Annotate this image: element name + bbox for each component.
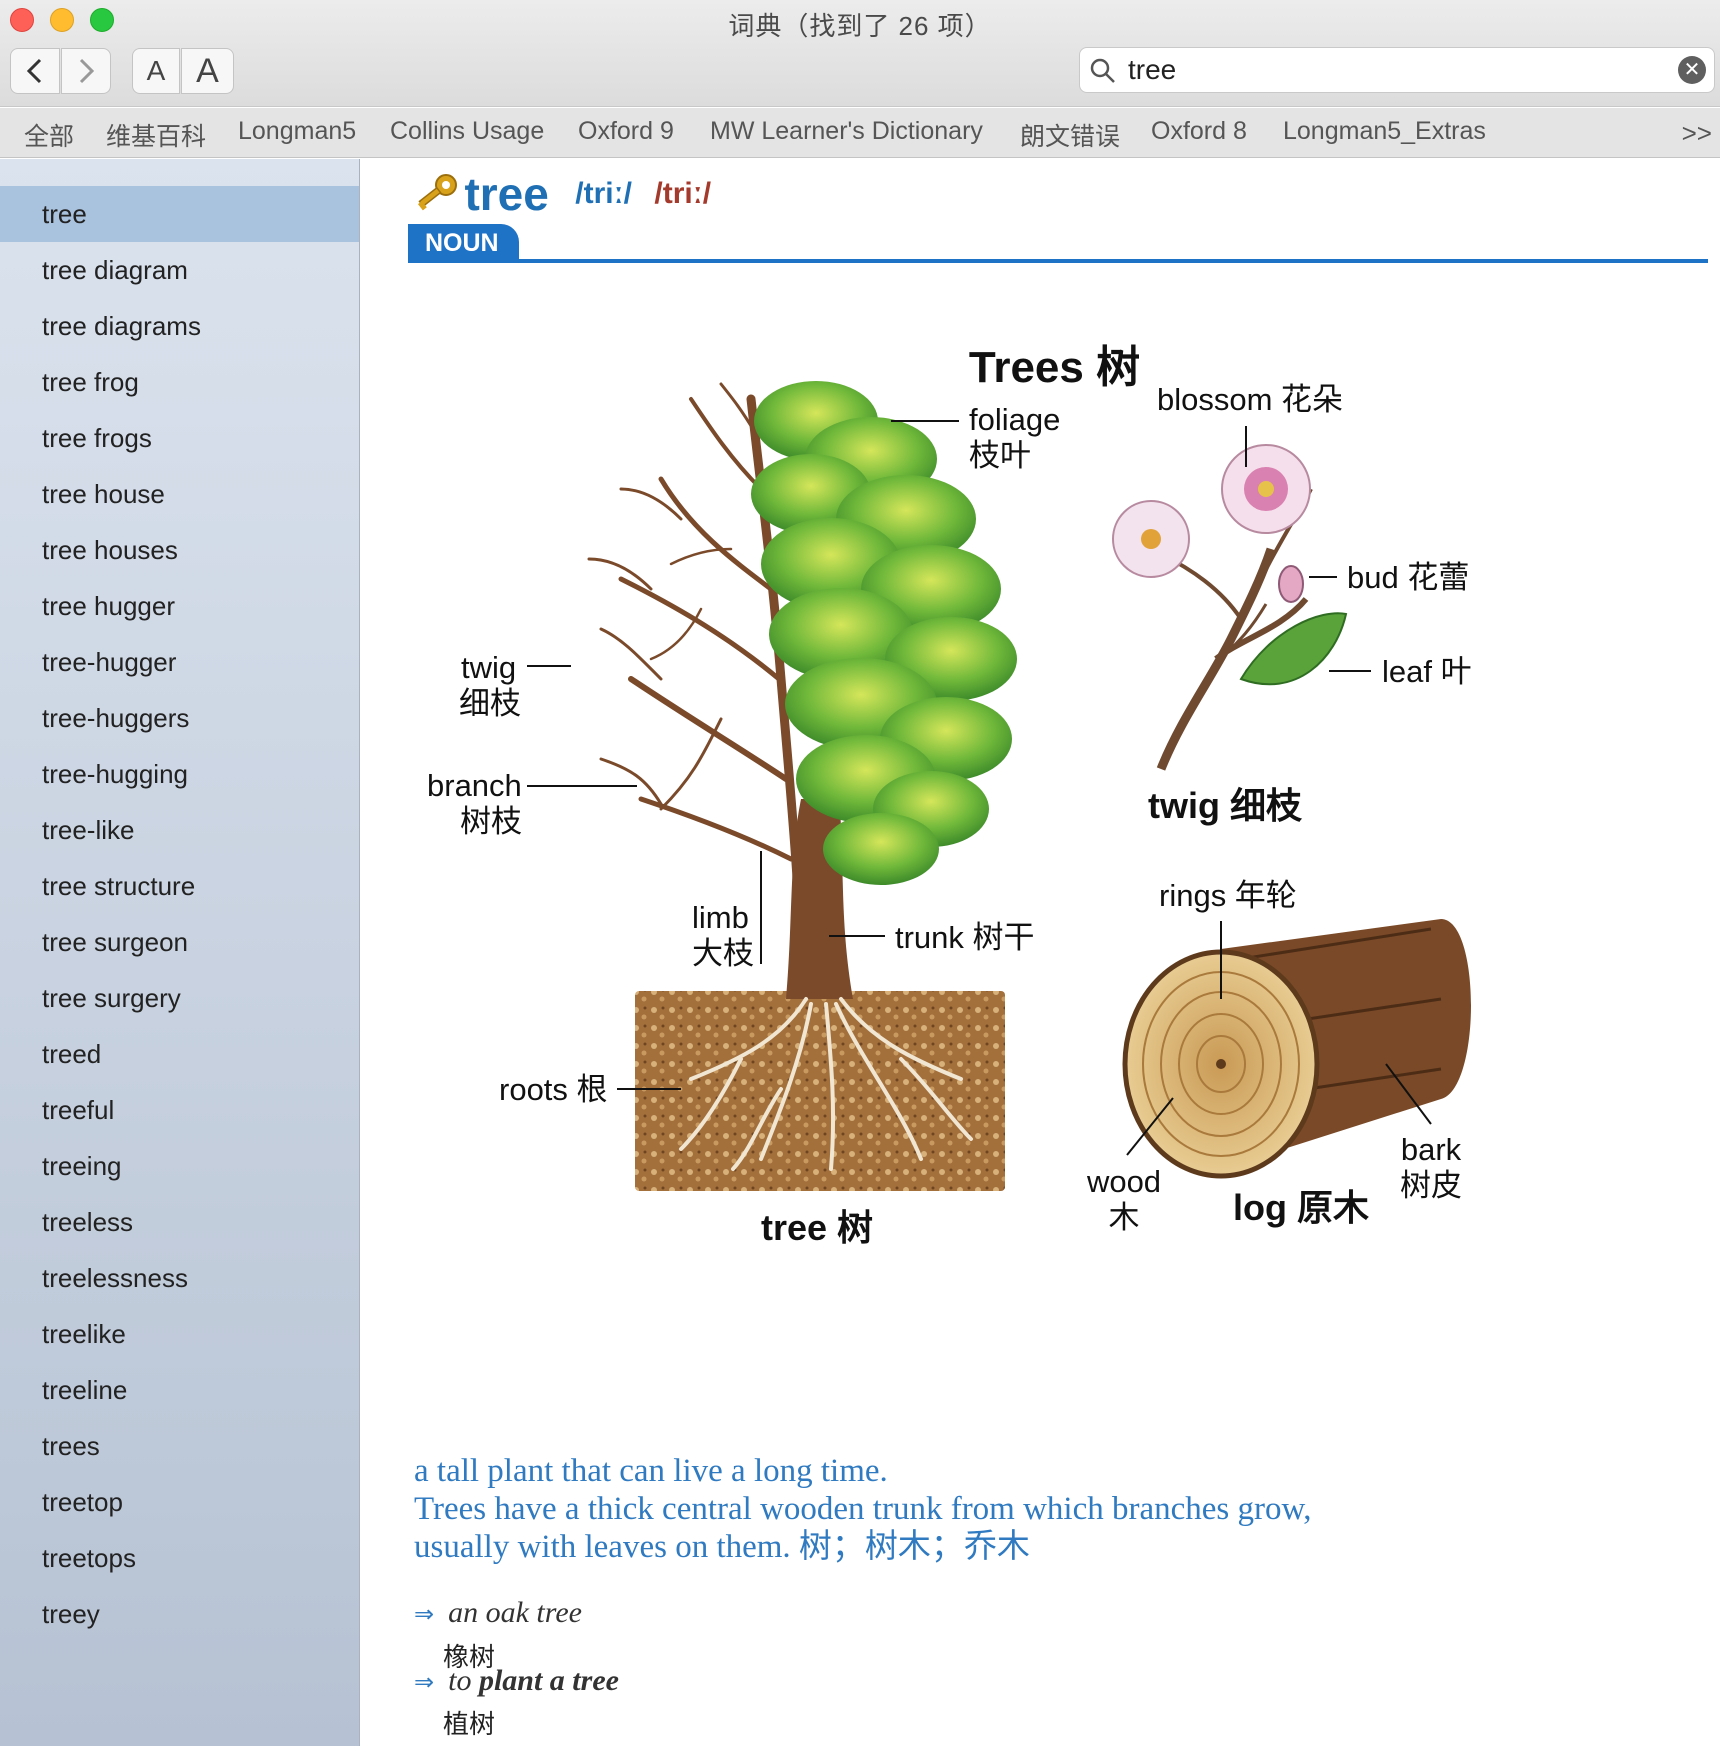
more-tabs-button[interactable]: >>: [1682, 118, 1712, 149]
tab-longman-errors[interactable]: 朗文错误: [1020, 117, 1120, 153]
example-collocation: plant a tree: [478, 1664, 619, 1697]
label-foliage-cn: 枝叶: [969, 438, 1031, 473]
definition-line: a tall plant that can live a long time.: [414, 1453, 888, 1489]
label-branch-cn: 树枝: [460, 804, 522, 839]
word-list-item[interactable]: treeless: [0, 1194, 359, 1250]
word-list-item[interactable]: treey: [0, 1586, 359, 1642]
title-bar: 词典（找到了 26 项） A A ✕: [0, 0, 1720, 107]
window-title: 词典（找到了 26 项）: [728, 11, 992, 41]
increase-font-button[interactable]: A: [181, 48, 234, 94]
word-list-item[interactable]: tree surgery: [0, 970, 359, 1026]
word-list-item[interactable]: tree: [0, 186, 359, 242]
word-list-item[interactable]: treeing: [0, 1138, 359, 1194]
caption-twig: twig 细枝: [1148, 785, 1302, 826]
chevron-right-icon: [79, 58, 95, 84]
example-prefix: to: [448, 1664, 479, 1697]
label-blossom: blossom 花朵: [1157, 382, 1344, 417]
label-bark-cn: 树皮: [1400, 1168, 1462, 1203]
twig-drawing: [1112, 444, 1348, 771]
word-list-item[interactable]: tree diagram: [0, 242, 359, 298]
word-list-item[interactable]: treelike: [0, 1306, 359, 1362]
forward-button[interactable]: [61, 48, 111, 94]
trees-illustration: [527, 381, 1471, 1191]
arrow-icon: ⇒: [414, 1669, 435, 1696]
example-sentence: ⇒ to plant a tree: [414, 1664, 619, 1698]
word-list-item[interactable]: tree-hugger: [0, 634, 359, 690]
label-limb: limb: [692, 900, 749, 935]
caption-tree: tree 树: [761, 1207, 874, 1248]
word-list-item[interactable]: tree frog: [0, 354, 359, 410]
word-list-item[interactable]: tree hugger: [0, 578, 359, 634]
label-limb-cn: 大枝: [692, 936, 754, 971]
word-list-item[interactable]: tree house: [0, 466, 359, 522]
dictionary-tab-bar: 全部 维基百科 Longman5 Collins Usage Oxford 9 …: [0, 108, 1720, 158]
word-list-item[interactable]: tree surgeon: [0, 914, 359, 970]
example-sentence: ⇒ an oak tree: [414, 1596, 582, 1630]
word-list-item[interactable]: treeline: [0, 1362, 359, 1418]
label-roots: roots 根: [499, 1072, 608, 1107]
word-list-item[interactable]: treetop: [0, 1474, 359, 1530]
clear-search-icon[interactable]: ✕: [1678, 56, 1706, 84]
word-list-item[interactable]: tree houses: [0, 522, 359, 578]
tab-collins-usage[interactable]: Collins Usage: [390, 117, 544, 146]
example-text: an oak tree: [448, 1596, 582, 1629]
word-list-item[interactable]: treeful: [0, 1082, 359, 1138]
definition-line: usually with leaves on them. 树；树木；乔木: [414, 1529, 1030, 1565]
tab-wikipedia[interactable]: 维基百科: [106, 117, 206, 153]
label-wood: wood: [1086, 1164, 1162, 1199]
arrow-icon: ⇒: [414, 1601, 435, 1628]
chevron-left-icon: [26, 58, 42, 84]
word-list-sidebar: tree tree diagram tree diagrams tree fro…: [0, 159, 360, 1746]
label-trunk: trunk 树干: [895, 920, 1035, 955]
definition-text: a tall plant that can live a long time. …: [414, 1452, 1414, 1566]
tab-longman5-extras[interactable]: Longman5_Extras: [1283, 117, 1486, 146]
label-wood-cn: 木: [1108, 1200, 1140, 1235]
word-list-item[interactable]: tree diagrams: [0, 298, 359, 354]
word-list-item[interactable]: treelessness: [0, 1250, 359, 1306]
word-list-item[interactable]: tree-hugging: [0, 746, 359, 802]
label-rings: rings 年轮: [1159, 878, 1297, 913]
search-field[interactable]: ✕: [1079, 47, 1715, 93]
word-list-item[interactable]: treed: [0, 1026, 359, 1082]
tab-oxford-8[interactable]: Oxford 8: [1151, 117, 1247, 146]
label-foliage: foliage: [969, 402, 1061, 437]
definition-line: Trees have a thick central wooden trunk …: [414, 1491, 1312, 1527]
tab-longman5[interactable]: Longman5: [238, 117, 356, 146]
word-list-item[interactable]: tree-like: [0, 802, 359, 858]
label-twig-cn: 细枝: [459, 686, 521, 721]
search-icon: [1090, 58, 1115, 83]
entry-panel: tree /triː/ /triː/ NOUN Trees 树 foliage …: [361, 159, 1720, 1746]
soil-block: [635, 991, 1005, 1191]
back-button[interactable]: [10, 48, 60, 94]
tab-all[interactable]: 全部: [24, 117, 74, 153]
caption-log: log 原木: [1233, 1187, 1369, 1228]
word-list-item[interactable]: treetops: [0, 1530, 359, 1586]
label-bud: bud 花蕾: [1347, 560, 1470, 595]
word-list-item[interactable]: tree frogs: [0, 410, 359, 466]
tab-oxford-9[interactable]: Oxford 9: [578, 117, 674, 146]
example-translation: 植树: [443, 1709, 496, 1739]
label-twig: twig: [461, 650, 517, 685]
word-list-item[interactable]: trees: [0, 1418, 359, 1474]
label-bark: bark: [1400, 1132, 1462, 1167]
label-leaf: leaf 叶: [1382, 654, 1472, 689]
word-list-item[interactable]: tree structure: [0, 858, 359, 914]
search-input[interactable]: [1126, 53, 1646, 87]
decrease-font-button[interactable]: A: [132, 48, 180, 94]
tab-mw-learners[interactable]: MW Learner's Dictionary: [710, 117, 983, 146]
word-list-item[interactable]: tree-huggers: [0, 690, 359, 746]
label-branch: branch: [427, 768, 522, 803]
